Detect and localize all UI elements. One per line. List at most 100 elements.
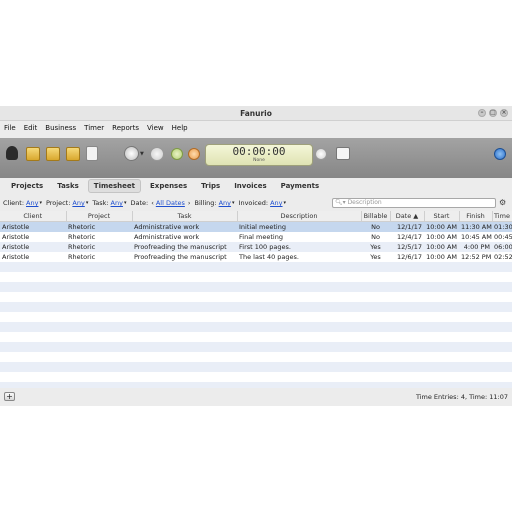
tab-trips[interactable]: Trips: [196, 180, 225, 192]
cell-billable: No: [361, 221, 390, 232]
empty-row: [0, 312, 512, 322]
empty-row: [0, 382, 512, 388]
billing-filter[interactable]: Any: [219, 199, 231, 207]
invoiced-filter[interactable]: Any: [270, 199, 282, 207]
empty-row: [0, 362, 512, 372]
chevron-down-icon[interactable]: ▾: [86, 200, 89, 206]
new-task-icon[interactable]: [46, 147, 60, 161]
cell-time: 01:30: [492, 221, 512, 232]
tab-expenses[interactable]: Expenses: [145, 180, 192, 192]
table-row[interactable]: Aristotle Rhetoric Administrative work F…: [0, 232, 512, 242]
column-header-client[interactable]: Client: [0, 211, 67, 222]
chevron-left-icon[interactable]: ‹: [151, 199, 154, 207]
download-icon[interactable]: [336, 147, 350, 160]
search-icon: 🔍︎▾: [335, 199, 346, 206]
cell-project: Rhetoric: [68, 233, 96, 241]
project-filter[interactable]: Any: [72, 199, 84, 207]
cell-start: 10:00 AM: [424, 242, 459, 252]
cell-project: Rhetoric: [66, 221, 132, 232]
cell-description: Initial meeting: [237, 221, 361, 232]
table-row[interactable]: Aristotle Rhetoric Proofreading the manu…: [0, 252, 512, 262]
project-filter-label: Project:: [45, 199, 71, 207]
cell-finish: 10:45 AM: [461, 233, 492, 241]
column-header-finish[interactable]: Finish: [459, 211, 493, 222]
cell-time: 06:00: [492, 242, 512, 252]
menu-file[interactable]: File: [4, 124, 16, 132]
cell-date: 12/1/17: [390, 221, 424, 232]
timer-settings-icon[interactable]: [150, 147, 164, 161]
menu-view[interactable]: View: [147, 124, 164, 132]
gear-icon[interactable]: ⚙: [499, 198, 506, 207]
cell-task: Proofreading the manuscript: [134, 253, 227, 261]
cell-billable: No: [371, 233, 380, 241]
search-input[interactable]: 🔍︎▾ Description: [332, 198, 496, 208]
new-expense-icon[interactable]: [86, 146, 98, 161]
date-filter[interactable]: All Dates: [156, 199, 185, 207]
tab-payments[interactable]: Payments: [276, 180, 325, 192]
timer-select-icon[interactable]: [124, 146, 139, 161]
cell-date: 12/6/17: [396, 253, 422, 261]
new-time-entry-icon[interactable]: [66, 147, 80, 161]
cell-task: Administrative work: [134, 233, 200, 241]
column-header-date[interactable]: Date ▲: [390, 211, 425, 222]
cell-finish: 4:00 PM: [459, 242, 492, 252]
maximize-button[interactable]: □: [489, 109, 497, 117]
chevron-down-icon[interactable]: ▾: [284, 200, 287, 206]
menu-edit[interactable]: Edit: [24, 124, 38, 132]
cell-time: 00:45: [494, 233, 512, 241]
cell-description: First 100 pages.: [237, 242, 361, 252]
timer-task: None: [253, 158, 265, 163]
client-filter-label: Client:: [3, 199, 25, 207]
cell-start: 10:00 AM: [424, 221, 459, 232]
column-header-project[interactable]: Project: [66, 211, 133, 222]
search-placeholder: Description: [347, 199, 382, 206]
start-timer-icon[interactable]: [171, 148, 183, 160]
add-entry-button[interactable]: +: [4, 392, 15, 401]
chevron-down-icon[interactable]: ▾: [232, 200, 235, 206]
menu-business[interactable]: Business: [45, 124, 76, 132]
chevron-right-icon[interactable]: ›: [188, 199, 191, 207]
client-filter[interactable]: Any: [26, 199, 38, 207]
task-filter[interactable]: Any: [111, 199, 123, 207]
menu-reports[interactable]: Reports: [112, 124, 139, 132]
tab-projects[interactable]: Projects: [6, 180, 48, 192]
column-header-start[interactable]: Start: [424, 211, 460, 222]
column-header-time[interactable]: Time: [492, 211, 512, 222]
menu-help[interactable]: Help: [172, 124, 188, 132]
save-time-icon[interactable]: [315, 148, 327, 160]
empty-row: [0, 262, 512, 272]
empty-row: [0, 342, 512, 352]
cell-description: Final meeting: [239, 233, 283, 241]
status-bar: + Time Entries: 4, Time: 11:07: [0, 390, 512, 404]
column-header-task[interactable]: Task: [132, 211, 238, 222]
menu-bar: File Edit Business Timer Reports View He…: [0, 121, 512, 134]
column-header-description[interactable]: Description: [237, 211, 362, 222]
column-header-billable[interactable]: Billable: [361, 211, 391, 222]
table-row[interactable]: Aristotle Rhetoric Administrative work I…: [0, 221, 512, 232]
cell-project: Rhetoric: [66, 242, 132, 252]
cell-date: 12/5/17: [390, 242, 424, 252]
cell-description: The last 40 pages.: [239, 253, 299, 261]
close-button[interactable]: ×: [500, 109, 508, 117]
power-icon[interactable]: [494, 148, 506, 160]
tab-timesheet[interactable]: Timesheet: [87, 179, 142, 193]
new-client-icon[interactable]: [6, 146, 18, 160]
chevron-down-icon[interactable]: ▾: [124, 200, 127, 206]
chevron-down-icon[interactable]: ▾: [39, 200, 42, 206]
timer-time: 00:00:00: [232, 145, 286, 158]
empty-row: [0, 302, 512, 312]
billing-filter-label: Billing:: [194, 199, 217, 207]
new-project-icon[interactable]: [26, 147, 40, 161]
empty-row: [0, 372, 512, 382]
tab-invoices[interactable]: Invoices: [229, 180, 271, 192]
table-row[interactable]: Aristotle Rhetoric Proofreading the manu…: [0, 242, 512, 252]
tab-tasks[interactable]: Tasks: [52, 180, 84, 192]
menu-timer[interactable]: Timer: [84, 124, 104, 132]
timesheet-table: Client Project Task Description Billable…: [0, 211, 512, 388]
stop-timer-icon[interactable]: [188, 148, 200, 160]
cell-client: Aristotle: [2, 233, 30, 241]
cell-project: Rhetoric: [68, 253, 96, 261]
chevron-down-icon[interactable]: ▼: [140, 151, 144, 157]
minimize-button[interactable]: –: [478, 109, 486, 117]
cell-client: Aristotle: [0, 221, 66, 232]
